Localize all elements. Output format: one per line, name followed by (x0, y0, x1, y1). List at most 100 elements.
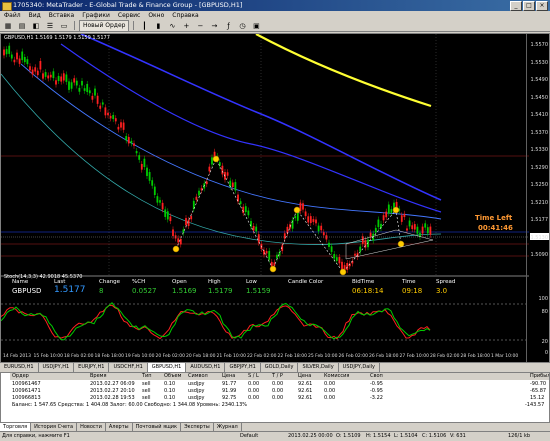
time-tick-label: 26 Feb 18:00 (369, 354, 399, 359)
candle-body (255, 226, 258, 232)
candle-body (26, 59, 29, 65)
new-order-button[interactable]: Новый Ордер (79, 19, 130, 32)
periods-icon[interactable]: ◷ (236, 20, 248, 32)
minimize-button[interactable]: _ (510, 1, 522, 11)
candle-body (322, 232, 325, 236)
terminal-cell: 0.10 (164, 381, 176, 387)
terminal-tab[interactable]: История Счета (31, 423, 78, 431)
chart-tab[interactable]: GBPUSD,H1 (147, 363, 187, 372)
new-chart-icon[interactable]: ▦ (2, 20, 14, 32)
time-tick-label: 18 Feb 18:00 (94, 354, 125, 359)
chart-window[interactable]: GBPUSD,H1 1.5169 1.5179 1.5159 1.5177 St… (0, 33, 550, 363)
bar-chart-icon[interactable]: ┃ (138, 20, 150, 32)
chart-tab[interactable]: GBPJPY,H1 (225, 363, 261, 372)
candle-body (268, 250, 271, 260)
chart-tab[interactable]: USDCHF,H1 (109, 363, 148, 372)
terminal-tab[interactable]: Алерты (106, 423, 133, 431)
time-tick-label: 18 Feb 02:00 (64, 354, 94, 359)
line-chart-icon[interactable]: ∿ (166, 20, 178, 32)
terminal-column-header[interactable]: Ордер (12, 373, 29, 380)
candle-body (198, 190, 200, 196)
terminal-row[interactable]: 100966813 2013.02.28 19:53 sell 0.10 usdjpy 9… (10, 395, 549, 402)
info-value: GBPUSD (12, 287, 42, 295)
terminal-tab[interactable]: Эксперты (181, 423, 214, 431)
chart-tab[interactable]: GOLD,Daily (261, 363, 299, 372)
terminal-tab[interactable]: Почтовый ящик (133, 423, 182, 431)
chart-tab[interactable]: EURUSD,H1 (0, 363, 39, 372)
terminal-cell: 0.00 (272, 388, 284, 394)
terminal-column-header[interactable]: Символ (188, 373, 208, 380)
terminal-summary: Баланс: 1 547.65 Средства: 1 404.08 Зало… (10, 402, 549, 409)
terminal-row[interactable]: 100961467 2013.02.27 06:09 sell 0.10 usdjpy 9… (10, 381, 549, 388)
terminal-cell: 2013.02.27 20:10 (90, 388, 135, 394)
info-panel: Name GBPUSD Last 1.5177 Change 8 %CH 0.0527 Open… (4, 279, 464, 304)
indicators-icon[interactable]: ƒ (222, 20, 234, 32)
info-value: 06:18:14 (352, 287, 384, 295)
terminal-column-header[interactable]: Комиссия (324, 373, 349, 380)
chart-tab[interactable]: SILVER,Daily (298, 363, 339, 372)
candle-chart-icon[interactable]: ▮ (152, 20, 164, 32)
zoom-out-icon[interactable]: − (194, 20, 206, 32)
candle-body (57, 75, 60, 81)
zigzag-point (212, 155, 220, 163)
candle-body (122, 122, 125, 130)
templates-icon[interactable]: ▣ (250, 20, 262, 32)
terminal-icon[interactable]: ▭ (58, 20, 70, 32)
candle-body (52, 71, 55, 79)
terminal-column-header[interactable]: T / P (272, 373, 283, 380)
terminal-tab[interactable]: Новости (77, 423, 106, 431)
candle-body (385, 211, 388, 218)
candle-body (5, 49, 8, 55)
price-chart[interactable] (1, 34, 550, 363)
market-watch-icon[interactable]: ◧ (30, 20, 42, 32)
app-icon (2, 2, 12, 11)
candle-body (387, 204, 390, 214)
terminal-tab[interactable]: Журнал (214, 423, 242, 431)
terminal-column-header[interactable]: Объем (164, 373, 181, 380)
candle-body (359, 246, 362, 252)
terminal-cell: sell (142, 388, 151, 394)
candle-body (146, 167, 148, 176)
candle-body (424, 223, 427, 228)
candle-body (426, 227, 429, 234)
candle-body (377, 219, 380, 228)
zigzag-point (293, 206, 301, 214)
terminal-column-header[interactable]: Цена (222, 373, 235, 380)
terminal-column-header[interactable]: Цена (298, 373, 311, 380)
chart-tab[interactable]: EURJPY,H1 (74, 363, 110, 372)
terminal-column-header[interactable]: Своп (370, 373, 383, 380)
maximize-button[interactable]: □ (523, 1, 535, 11)
zigzag-point (392, 206, 400, 214)
terminal-tab[interactable]: Торговля (0, 423, 32, 431)
autoscroll-icon[interactable]: → (208, 20, 220, 32)
candle-body (31, 69, 34, 75)
candle-body (109, 115, 112, 119)
navigator-icon[interactable]: ☰ (44, 20, 56, 32)
candle-body (18, 58, 21, 64)
candle-body (156, 196, 159, 203)
profiles-icon[interactable]: ▤ (16, 20, 28, 32)
terminal-column-header[interactable]: Прибыль (530, 373, 549, 380)
candle-body (382, 215, 385, 221)
terminal-column-header[interactable]: S / L (248, 373, 259, 380)
chart-title: GBPUSD,H1 1.5169 1.5179 1.5159 1.5177 (4, 35, 110, 41)
chart-tab[interactable]: USDJPY,H1 (39, 363, 75, 372)
terminal-cell: 15.12 (530, 395, 545, 401)
zigzag-point (397, 240, 405, 248)
candle-body (312, 219, 315, 222)
terminal-cell: 0.00 (248, 388, 260, 394)
info-header: High (208, 279, 221, 285)
title-bar: 1705340: MetaTrader - E-Global Trade & F… (0, 0, 550, 11)
chart-tab[interactable]: AUDUSD,H1 (186, 363, 226, 372)
chart-tab[interactable]: USDJPY,Daily (339, 363, 381, 372)
candle-body (286, 226, 289, 234)
candle-body (294, 216, 297, 219)
time-tick-label: 22 Feb 02:00 (247, 354, 277, 359)
terminal-column-header[interactable]: Время (90, 373, 106, 380)
terminal-column-header[interactable]: Тип (142, 373, 152, 380)
terminal-row[interactable]: 100961471 2013.02.27 20:10 sell 0.10 usdjpy 9… (10, 388, 549, 395)
close-button[interactable]: × (536, 1, 548, 11)
candle-body (182, 229, 185, 233)
zoom-in-icon[interactable]: + (180, 20, 192, 32)
terminal-cell: 0.00 (248, 381, 260, 387)
